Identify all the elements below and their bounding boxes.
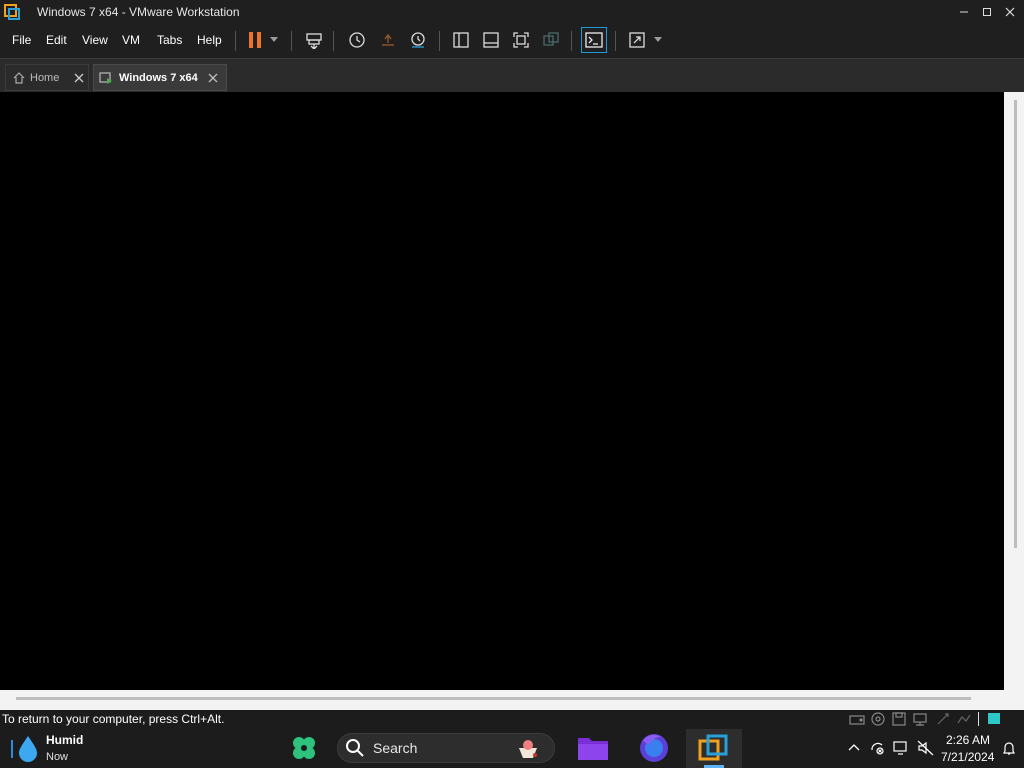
tab-vm-label: Windows 7 x64 bbox=[119, 71, 198, 84]
sound-card-icon[interactable] bbox=[956, 711, 972, 727]
horizontal-scroll-thumb[interactable] bbox=[16, 697, 971, 700]
window-title: Windows 7 x64 - VMware Workstation bbox=[37, 5, 240, 19]
start-button-icon[interactable] bbox=[289, 733, 319, 763]
hard-disk-icon[interactable] bbox=[849, 711, 865, 727]
toolbar-separator bbox=[571, 31, 572, 51]
status-message: To return to your computer, press Ctrl+A… bbox=[2, 712, 225, 726]
display-icon[interactable] bbox=[892, 740, 910, 756]
volume-muted-icon[interactable] bbox=[917, 740, 935, 756]
snapshot-manager-icon bbox=[411, 32, 425, 48]
tab-home-label: Home bbox=[30, 71, 60, 84]
thumbnail-bar-button[interactable] bbox=[479, 28, 503, 52]
send-ctrl-alt-del-button[interactable] bbox=[302, 28, 326, 52]
menu-view[interactable]: View bbox=[82, 33, 108, 47]
toolbar-separator bbox=[235, 31, 236, 51]
dropdown-arrow-icon bbox=[270, 37, 278, 42]
send-ctrl-alt-del-icon bbox=[306, 33, 322, 49]
snapshot-manager-button[interactable] bbox=[406, 28, 430, 52]
weather-time[interactable]: Now bbox=[46, 751, 68, 763]
search-placeholder: Search bbox=[373, 740, 418, 756]
tab-home[interactable]: Home bbox=[5, 64, 89, 91]
search-highlight-icon bbox=[519, 740, 537, 758]
maximize-button[interactable] bbox=[976, 0, 998, 24]
menu-file[interactable]: File bbox=[12, 33, 31, 47]
toolbar-separator bbox=[439, 31, 440, 51]
vmware-app-icon[interactable] bbox=[4, 4, 20, 20]
vm-console-screen[interactable] bbox=[2, 92, 1004, 690]
clock-date[interactable]: 7/21/2024 bbox=[941, 750, 994, 764]
usb-icon[interactable] bbox=[935, 711, 951, 727]
horizontal-scrollbar[interactable] bbox=[0, 690, 1024, 710]
floppy-icon[interactable] bbox=[891, 711, 907, 727]
network-adapter-icon[interactable] bbox=[912, 711, 928, 727]
menu-tabs[interactable]: Tabs bbox=[157, 33, 182, 47]
chevron-up-icon[interactable] bbox=[848, 742, 860, 752]
stretch-dropdown[interactable] bbox=[650, 28, 666, 52]
unity-button[interactable] bbox=[539, 28, 563, 52]
status-separator bbox=[978, 712, 979, 726]
snapshot-button[interactable] bbox=[345, 28, 369, 52]
close-button[interactable] bbox=[999, 0, 1021, 24]
stretch-guest-icon bbox=[629, 32, 645, 48]
menu-vm[interactable]: VM bbox=[122, 33, 140, 47]
console-view-icon bbox=[585, 32, 603, 48]
toolbar-separator bbox=[333, 31, 334, 51]
pause-button[interactable] bbox=[243, 28, 267, 52]
unity-icon bbox=[543, 32, 559, 46]
notification-bell-icon[interactable] bbox=[1001, 740, 1017, 756]
home-icon bbox=[13, 71, 25, 84]
revert-snapshot-icon bbox=[382, 33, 394, 46]
menu-edit[interactable]: Edit bbox=[46, 33, 67, 47]
vm-icon bbox=[99, 71, 112, 84]
minimize-icon bbox=[960, 11, 968, 13]
close-icon bbox=[1005, 7, 1015, 17]
vmware-taskbar-icon bbox=[698, 734, 728, 761]
snapshot-icon bbox=[349, 32, 365, 48]
cd-dvd-icon[interactable] bbox=[870, 711, 886, 727]
maximize-icon bbox=[983, 8, 991, 16]
search-icon bbox=[346, 739, 364, 757]
dropdown-arrow-icon bbox=[654, 37, 662, 42]
firefox-icon[interactable] bbox=[637, 731, 671, 765]
show-library-button[interactable] bbox=[449, 28, 473, 52]
close-icon[interactable] bbox=[74, 73, 84, 83]
tab-windows-7-x64[interactable]: Windows 7 x64 bbox=[93, 64, 227, 91]
show-library-icon bbox=[453, 32, 469, 48]
full-screen-button[interactable] bbox=[509, 28, 533, 52]
weather-condition[interactable]: Humid bbox=[46, 733, 83, 747]
file-explorer-icon[interactable] bbox=[576, 734, 610, 762]
network-status-icon[interactable] bbox=[869, 740, 887, 756]
clock-time[interactable]: 2:26 AM bbox=[946, 733, 990, 747]
vertical-scroll-thumb[interactable] bbox=[1014, 100, 1017, 548]
thumbnail-bar-icon bbox=[483, 32, 499, 48]
stretch-guest-button[interactable] bbox=[625, 28, 649, 52]
minimize-button[interactable] bbox=[953, 0, 975, 24]
full-screen-icon bbox=[513, 32, 529, 48]
toolbar-separator bbox=[615, 31, 616, 51]
close-icon[interactable] bbox=[208, 73, 218, 83]
power-dropdown[interactable] bbox=[266, 28, 282, 52]
menu-help[interactable]: Help bbox=[197, 33, 222, 47]
revert-snapshot-button[interactable] bbox=[376, 28, 400, 52]
message-log-icon[interactable] bbox=[986, 711, 1002, 727]
pause-icon bbox=[249, 32, 261, 48]
console-view-button[interactable] bbox=[581, 27, 607, 53]
weather-humid-icon[interactable] bbox=[8, 732, 40, 764]
toolbar-separator bbox=[291, 31, 292, 51]
